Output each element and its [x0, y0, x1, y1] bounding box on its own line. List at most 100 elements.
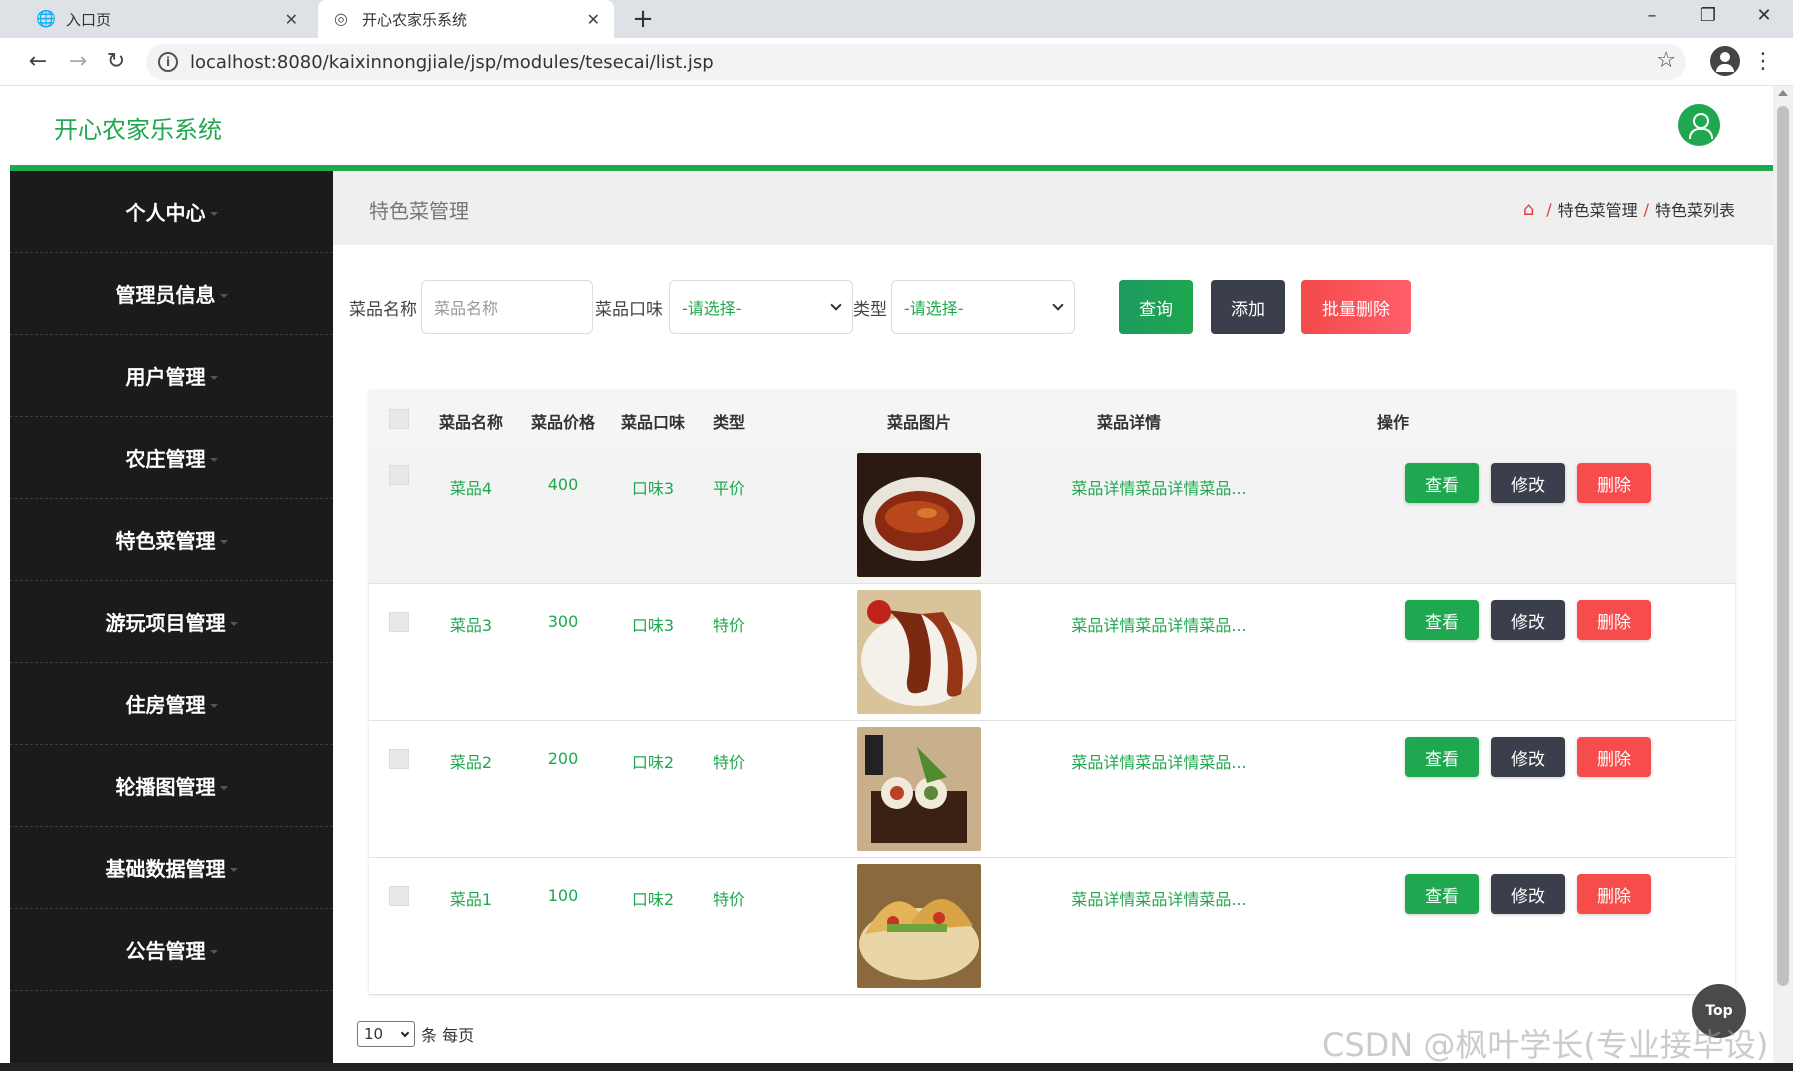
cell-type: 特价	[712, 890, 745, 909]
home-icon[interactable]: ⌂	[1523, 199, 1534, 220]
sidebar-item-basic-data[interactable]: 基础数据管理	[10, 827, 333, 909]
edit-button[interactable]: 修改	[1491, 874, 1565, 914]
caret-down-icon	[229, 867, 238, 872]
taste-label: 菜品口味	[595, 299, 663, 320]
scroll-thumb[interactable]	[1777, 106, 1789, 986]
star-icon[interactable]: ☆	[1656, 48, 1676, 73]
watermark: CSDN @枫叶学长(专业接毕设)	[1322, 1026, 1769, 1064]
dish-name-input[interactable]: 菜品名称	[421, 280, 593, 334]
sidebar-item-admin-info[interactable]: 管理员信息	[10, 253, 333, 335]
cell-dish-price: 300	[547, 612, 579, 631]
new-tab-icon[interactable]: +	[628, 4, 658, 34]
row-checkbox[interactable]	[389, 612, 409, 632]
title-bar: 特色菜管理 ⌂ / 特色菜管理 / 特色菜列表	[333, 171, 1773, 245]
cell-dish-taste: 口味3	[631, 616, 675, 635]
sidebar-item-carousel-management[interactable]: 轮播图管理	[10, 745, 333, 827]
dish-image[interactable]	[857, 453, 981, 577]
sidebar-item-label: 基础数据管理	[105, 857, 226, 881]
close-icon[interactable]: ✕	[587, 10, 600, 29]
pagination: 10 条 每页	[357, 1021, 474, 1047]
caret-down-icon	[219, 539, 228, 544]
col-type: 类型	[712, 413, 745, 432]
view-button[interactable]: 查看	[1405, 874, 1479, 914]
view-button[interactable]: 查看	[1405, 737, 1479, 777]
row-checkbox[interactable]	[389, 465, 409, 485]
cell-dish-taste: 口味2	[631, 890, 675, 909]
row-checkbox[interactable]	[389, 749, 409, 769]
sidebar: 个人中心 管理员信息 用户管理 农庄管理 特色菜管理 游玩项目管理 住房管理 轮…	[10, 171, 333, 1063]
restore-icon[interactable]: ❐	[1688, 0, 1728, 32]
cell-type: 特价	[712, 753, 745, 772]
sidebar-item-personal-center[interactable]: 个人中心	[10, 171, 333, 253]
caret-down-icon	[229, 621, 238, 626]
cell-dish-price: 400	[547, 475, 579, 494]
close-icon[interactable]: ✕	[285, 10, 298, 29]
view-button[interactable]: 查看	[1405, 600, 1479, 640]
main-content: 特色菜管理 ⌂ / 特色菜管理 / 特色菜列表 菜品名称 菜品名称 菜品口味 -…	[333, 171, 1773, 1063]
edit-button[interactable]: 修改	[1491, 463, 1565, 503]
delete-button[interactable]: 删除	[1577, 874, 1651, 914]
cell-type: 平价	[712, 479, 745, 498]
view-button[interactable]: 查看	[1405, 463, 1479, 503]
browser-tab-entry[interactable]: 🌐 入口页 ✕	[22, 0, 312, 38]
sidebar-item-user-management[interactable]: 用户管理	[10, 335, 333, 417]
chevron-down-icon	[830, 299, 842, 311]
page-size-select[interactable]: 10	[357, 1021, 415, 1047]
back-icon[interactable]: ←	[22, 46, 54, 78]
cell-type: 特价	[712, 616, 745, 635]
dish-table: 菜品名称 菜品价格 菜品口味 类型 菜品图片 菜品详情 操作 菜品4 400 口…	[369, 391, 1735, 995]
dish-image[interactable]	[857, 727, 981, 851]
cell-dish-name: 菜品4	[449, 479, 493, 498]
minimize-icon[interactable]: –	[1632, 0, 1672, 32]
sidebar-item-label: 轮播图管理	[115, 775, 216, 799]
forward-icon[interactable]: →	[62, 46, 94, 78]
sidebar-item-activity-management[interactable]: 游玩项目管理	[10, 581, 333, 663]
sidebar-item-housing-management[interactable]: 住房管理	[10, 663, 333, 745]
site-icon: ◎	[334, 9, 348, 28]
breadcrumb: ⌂ / 特色菜管理 / 特色菜列表	[1523, 197, 1735, 221]
browser-toolbar: ← → ↻ i localhost:8080/kaixinnongjiale/j…	[0, 38, 1793, 86]
sidebar-item-farm-management[interactable]: 农庄管理	[10, 417, 333, 499]
breadcrumb-item[interactable]: 特色菜管理	[1558, 197, 1638, 221]
cell-dish-detail: 菜品详情菜品详情菜品...	[1071, 890, 1247, 909]
info-icon[interactable]: i	[158, 52, 178, 72]
dish-image[interactable]	[857, 864, 981, 988]
type-select[interactable]: -请选择-	[891, 280, 1075, 334]
edit-button[interactable]: 修改	[1491, 737, 1565, 777]
table-row: 菜品4 400 口味3 平价 菜品详情菜品详情菜品... 查看 修改 删除	[369, 447, 1735, 584]
dish-image[interactable]	[857, 590, 981, 714]
select-all-checkbox[interactable]	[389, 409, 409, 429]
browser-tab-active[interactable]: ◎ 开心农家乐系统 ✕	[318, 0, 614, 38]
add-button[interactable]: 添加	[1211, 280, 1285, 334]
user-avatar-icon[interactable]	[1678, 104, 1720, 146]
delete-button[interactable]: 删除	[1577, 600, 1651, 640]
breadcrumb-separator: /	[1546, 199, 1552, 219]
cell-dish-price: 200	[547, 749, 579, 768]
page-scrollbar[interactable]	[1773, 86, 1793, 1063]
delete-button[interactable]: 删除	[1577, 463, 1651, 503]
sidebar-item-label: 特色菜管理	[115, 529, 216, 553]
type-select-value: -请选择-	[904, 299, 964, 318]
sidebar-item-specialty-dish[interactable]: 特色菜管理	[10, 499, 333, 581]
reload-icon[interactable]: ↻	[100, 46, 132, 78]
browser-tabbar: 🌐 入口页 ✕ ◎ 开心农家乐系统 ✕ + – ❐ ✕	[0, 0, 1793, 38]
menu-icon[interactable]: ⋮	[1752, 46, 1774, 78]
taste-select[interactable]: -请选择-	[669, 280, 853, 334]
edit-button[interactable]: 修改	[1491, 600, 1565, 640]
col-dish-image: 菜品图片	[886, 413, 951, 432]
cell-dish-detail: 菜品详情菜品详情菜品...	[1071, 616, 1247, 635]
tab-label: 入口页	[66, 10, 112, 29]
scroll-up-icon[interactable]	[1778, 90, 1788, 96]
search-form: 菜品名称 菜品名称 菜品口味 -请选择- 类型 -请选择- 查询 添加 批量删除	[349, 279, 1411, 335]
batch-delete-button[interactable]: 批量删除	[1301, 280, 1411, 334]
chevron-down-icon	[400, 1028, 410, 1037]
profile-icon[interactable]	[1710, 46, 1740, 76]
sidebar-item-notice-management[interactable]: 公告管理	[10, 909, 333, 991]
delete-button[interactable]: 删除	[1577, 737, 1651, 777]
sidebar-item-label: 个人中心	[125, 201, 206, 225]
window-close-icon[interactable]: ✕	[1744, 0, 1784, 32]
caret-down-icon	[219, 293, 228, 298]
address-bar[interactable]: i localhost:8080/kaixinnongjiale/jsp/mod…	[146, 44, 1686, 80]
query-button[interactable]: 查询	[1119, 280, 1193, 334]
row-checkbox[interactable]	[389, 886, 409, 906]
